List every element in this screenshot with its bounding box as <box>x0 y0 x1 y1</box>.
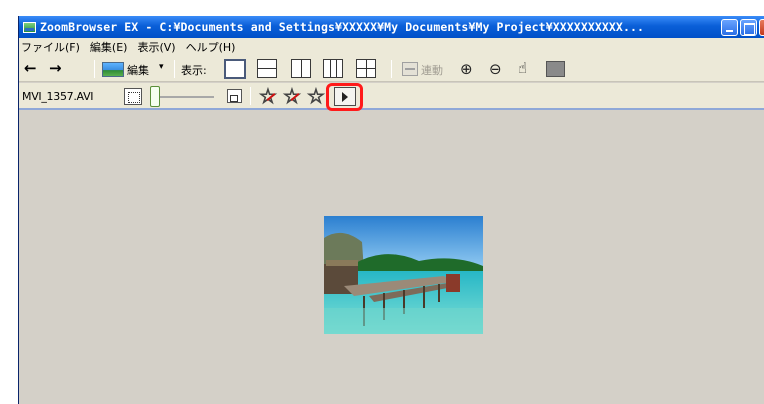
star-glyph: ☆ <box>259 84 278 108</box>
play-movie-button[interactable] <box>334 87 356 106</box>
back-arrow-icon[interactable]: ← <box>24 61 37 76</box>
toolbar-separator <box>391 60 392 78</box>
menu-view[interactable]: 表示(V) <box>132 39 180 55</box>
close-button[interactable] <box>759 19 764 36</box>
app-icon <box>23 21 36 33</box>
edit-image-icon[interactable] <box>102 62 124 77</box>
layout-split-vertical-button[interactable] <box>291 59 311 78</box>
menu-file[interactable]: ファイル(F) <box>19 39 85 55</box>
star-rating-icon[interactable]: ☆ <box>307 84 326 108</box>
layout-split-horizontal-button[interactable] <box>257 59 277 78</box>
menu-help[interactable]: ヘルプ(H) <box>181 39 241 55</box>
zoom-out-icon[interactable]: ⊖ <box>489 60 502 78</box>
toolbar-separator <box>174 60 175 78</box>
fit-to-window-icon[interactable] <box>124 88 142 105</box>
title-bar[interactable]: ZoomBrowser EX - C:¥Documents and Settin… <box>19 16 764 38</box>
star-glyph: ☆ <box>283 84 302 108</box>
viewer-toolbar: MVI_1357.AVI ☆ ☆ ☆ <box>19 83 764 111</box>
sync-icon[interactable] <box>402 62 418 76</box>
hand-pan-icon[interactable]: ☝ <box>518 59 527 77</box>
sync-button-label[interactable]: 連動 <box>421 62 443 78</box>
file-name-label: MVI_1357.AVI <box>22 90 94 103</box>
toolbar-separator <box>250 87 251 105</box>
main-toolbar: ← → 編集 ▾ 表示: 連動 ⊕ ⊖ ☝ <box>19 56 764 82</box>
star-glyph: ☆ <box>307 84 326 108</box>
beach-photo <box>324 216 483 334</box>
zoom-slider-track[interactable] <box>160 96 214 98</box>
star-remove-all-icon[interactable]: ☆ <box>283 84 302 108</box>
app-window: ZoomBrowser EX - C:¥Documents and Settin… <box>18 16 764 404</box>
edit-button-label[interactable]: 編集 <box>127 62 149 78</box>
layout-three-column-button[interactable] <box>323 59 343 78</box>
maximize-button[interactable] <box>740 19 757 36</box>
full-screen-icon[interactable] <box>546 61 565 77</box>
forward-arrow-icon[interactable]: → <box>49 61 62 76</box>
chevron-down-icon[interactable]: ▾ <box>159 62 164 72</box>
window-title: ZoomBrowser EX - C:¥Documents and Settin… <box>40 20 645 34</box>
image-viewer-area[interactable] <box>19 112 764 404</box>
toolbar-separator <box>94 60 95 78</box>
zoom-slider-thumb[interactable] <box>150 86 160 107</box>
menu-bar: ファイル(F) 編集(E) 表示(V) ヘルプ(H) <box>19 38 764 56</box>
movie-thumbnail-image[interactable] <box>324 216 483 334</box>
minimize-button[interactable] <box>721 19 738 36</box>
view-mode-label: 表示: <box>181 64 207 77</box>
actual-size-icon[interactable] <box>227 89 242 103</box>
layout-four-grid-button[interactable] <box>356 59 376 78</box>
zoom-in-icon[interactable]: ⊕ <box>460 60 473 78</box>
layout-single-button[interactable] <box>224 59 246 79</box>
menu-edit[interactable]: 編集(E) <box>85 39 133 55</box>
star-remove-icon[interactable]: ☆ <box>259 84 278 108</box>
